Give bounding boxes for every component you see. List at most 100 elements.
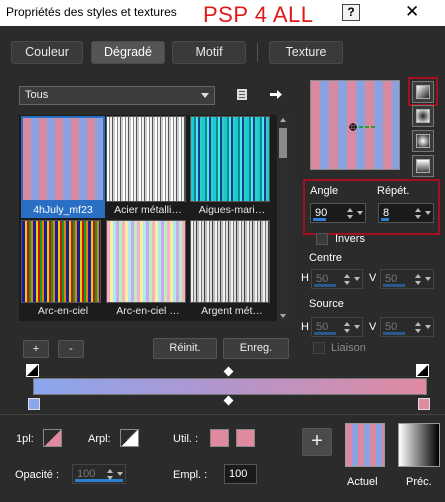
invert-label: Invers [335,233,365,245]
add-to-swatches-button[interactable]: + [302,428,332,456]
category-dropdown[interactable]: Tous [19,86,215,105]
opacity-midpoint-marker[interactable] [223,366,234,377]
scrollbar-thumb[interactable] [279,128,287,158]
gallery-caption: Aigues-mari… [198,204,266,216]
invert-checkbox[interactable] [316,233,328,245]
spin-up-icon[interactable] [344,274,350,278]
spin-down-icon[interactable] [415,281,421,285]
sunburst-gradient-icon [416,134,430,148]
angle-slider-bar[interactable] [313,218,326,221]
gradient-thumbnail [106,220,186,303]
gallery-scrollbar[interactable] [277,115,289,321]
source-h-slider-bar[interactable] [314,332,336,335]
tab-motif[interactable]: Motif [172,41,246,64]
tab-divider [257,43,258,62]
color-stop-end[interactable] [418,398,430,410]
background-color-icon[interactable] [416,364,429,377]
foreground-color-icon[interactable] [26,364,39,377]
chevron-down-icon[interactable] [117,472,123,476]
spin-up-icon[interactable] [415,208,421,212]
color-midpoint-marker[interactable] [223,395,234,406]
centre-h-label: H [301,272,309,284]
previous-swatch[interactable] [398,423,440,467]
centre-h-slider-bar[interactable] [314,284,336,287]
source-h-spinner[interactable]: 50 [311,317,363,337]
chevron-down-icon[interactable] [425,277,431,281]
arrow-right-icon[interactable] [269,88,283,101]
opacity-spinner[interactable]: 100 [72,464,126,484]
reset-button[interactable]: Réinit. [153,338,217,359]
spin-up-icon[interactable] [415,274,421,278]
source-v-slider-bar[interactable] [383,332,405,335]
tab-texture[interactable]: Texture [269,41,343,64]
spin-up-icon[interactable] [344,322,350,326]
repeat-slider-bar[interactable] [381,218,389,221]
chevron-down-icon[interactable] [425,325,431,329]
gallery-item-4[interactable]: Arc-en-ciel … [106,220,190,319]
scroll-up-icon[interactable] [280,118,286,122]
scroll-down-icon[interactable] [280,314,286,318]
repeat-label: Répét. [377,185,410,197]
spin-down-icon[interactable] [347,215,353,219]
link-checkbox[interactable] [313,342,325,354]
spin-down-icon[interactable] [415,215,421,219]
chevron-down-icon [201,93,209,98]
angle-label: Angle [310,185,339,197]
spin-up-icon[interactable] [107,469,113,473]
spin-down-icon[interactable] [344,281,350,285]
chevron-down-icon[interactable] [354,325,360,329]
add-gradient-button[interactable]: + [23,340,49,358]
centre-v-slider-bar[interactable] [383,284,405,287]
close-button[interactable]: ✕ [405,2,419,22]
linear-style-button[interactable] [412,81,434,103]
angle-spinner[interactable]: 90 [310,203,366,223]
gradient-editor-bar[interactable] [33,378,427,395]
gallery-item-5[interactable]: Argent mét… [190,220,274,319]
arpl-label: Arpl: [88,433,111,445]
current-label: Actuel [347,476,378,488]
rectangular-style-button[interactable] [412,105,434,127]
centre-v-spinner[interactable]: 50 [380,269,434,289]
gallery-item-3[interactable]: Arc-en-ciel [21,220,105,319]
spin-down-icon[interactable] [415,329,421,333]
save-button[interactable]: Enreg. [223,338,289,359]
centre-h-spinner[interactable]: 50 [311,269,363,289]
gallery-item-0[interactable]: 4hJuly_mf23 [21,116,105,218]
color-stop-start[interactable] [28,398,40,410]
repeat-spinner[interactable]: 8 [378,203,434,223]
remove-gradient-button[interactable]: - [58,340,84,358]
sunburst-style-button[interactable] [412,130,434,152]
empl-input[interactable]: 100 [224,464,257,484]
util-color-swatch-1[interactable] [210,429,229,447]
tab-degrade[interactable]: Dégradé [91,41,165,64]
chevron-down-icon[interactable] [354,277,360,281]
current-swatch[interactable] [345,423,385,467]
gallery-caption: Acier métalli… [114,204,182,216]
util-color-swatch-2[interactable] [236,429,255,447]
source-v-spinner[interactable]: 50 [380,317,434,337]
category-dropdown-value: Tous [25,89,49,101]
spin-down-icon[interactable] [107,476,113,480]
window-title: Propriétés des styles et textures [6,5,177,19]
tab-couleur[interactable]: Couleur [11,41,83,64]
spin-up-icon[interactable] [347,208,353,212]
opacity-slider-bar[interactable] [75,479,123,482]
gallery-item-2[interactable]: Aigues-mari… [190,116,274,218]
chevron-down-icon[interactable] [425,211,431,215]
source-label: Source [309,298,344,310]
background-fill-swatch[interactable] [120,429,139,447]
spin-up-icon[interactable] [415,322,421,326]
watermark-text: PSP 4 ALL [203,2,314,27]
gallery-item-1[interactable]: Acier métalli… [106,116,190,218]
empl-label: Empl. : [173,469,208,481]
spin-down-icon[interactable] [344,329,350,333]
empl-value: 100 [229,468,248,480]
help-button[interactable]: ? [342,4,360,21]
chevron-down-icon[interactable] [357,211,363,215]
gradient-direction-handle[interactable] [311,81,399,169]
fill-color-swatch[interactable] [43,429,62,447]
folder-icon[interactable] [236,88,248,101]
radial-gradient-icon [416,159,430,173]
radial-style-button[interactable] [412,155,434,177]
gradient-preview[interactable] [310,80,400,170]
